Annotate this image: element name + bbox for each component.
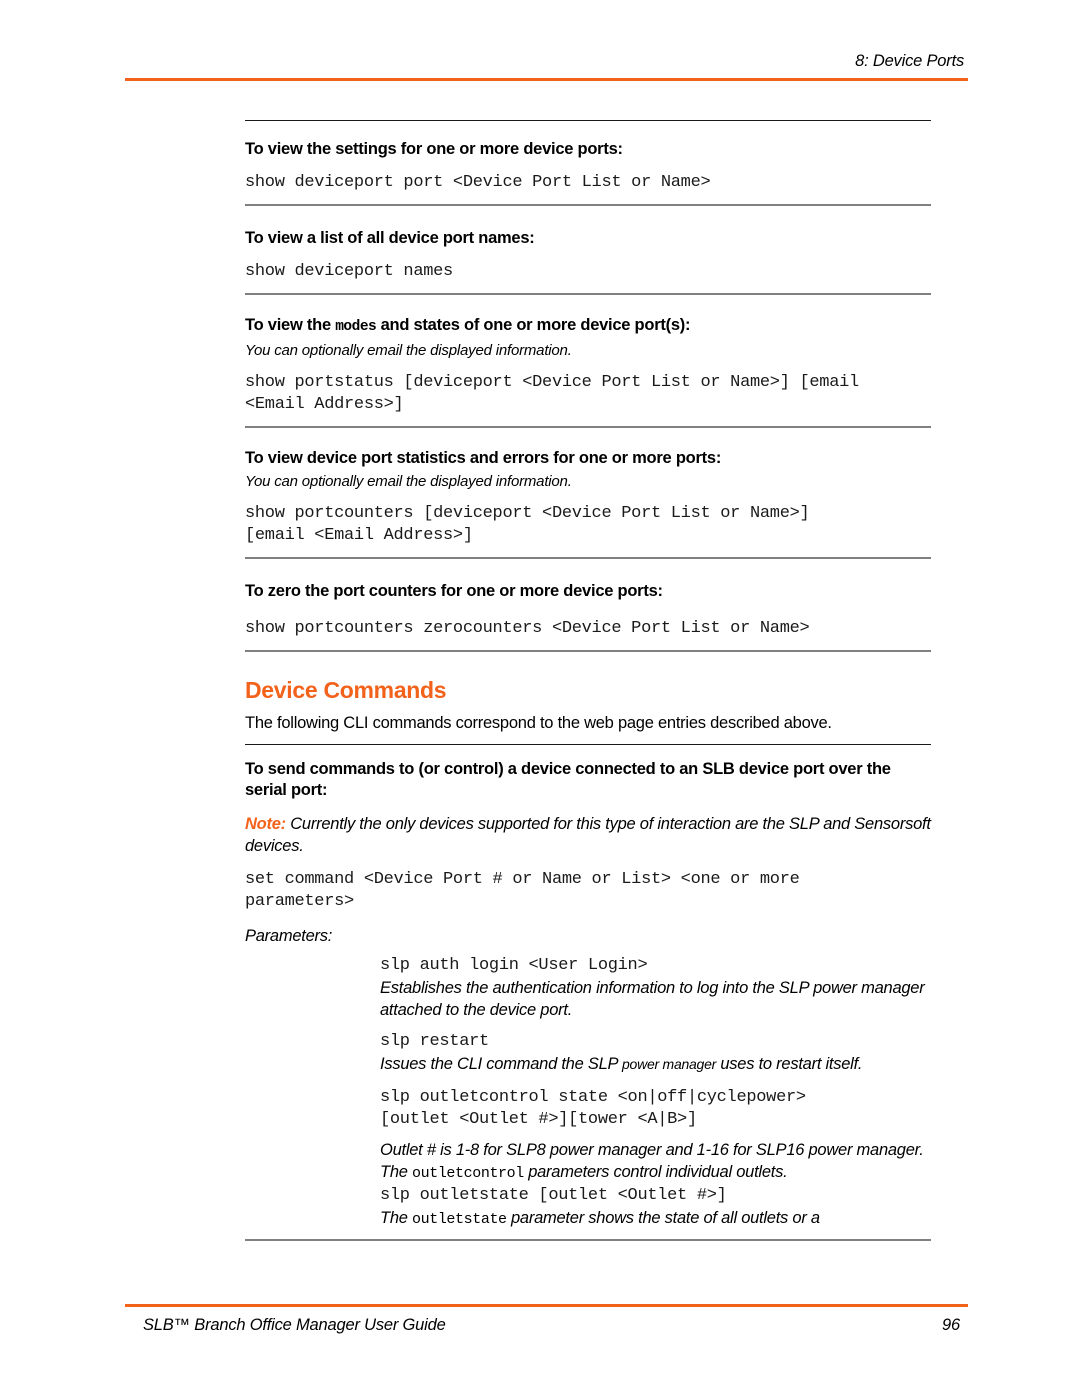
parameter-item: slp auth login <User Login> Establishes … bbox=[380, 955, 931, 1021]
parameter-command: slp restart bbox=[380, 1032, 489, 1051]
parameter-description: Issues the CLI command the SLP power man… bbox=[380, 1053, 931, 1075]
section-note: Note: Currently the only devices support… bbox=[245, 813, 931, 857]
footer-row: SLB™ Branch Office Manager User Guide 96 bbox=[125, 1316, 968, 1335]
desc-text-post: uses to restart itself. bbox=[716, 1055, 863, 1073]
block-note: You can optionally email the displayed i… bbox=[245, 342, 572, 359]
heading-text-pre: To view the bbox=[245, 316, 336, 334]
heading-inline-code: modes bbox=[335, 319, 377, 335]
document-page: 8: Device Ports To view the settings for… bbox=[0, 0, 1080, 1397]
cli-command: show deviceport names bbox=[245, 262, 453, 281]
note-text: Currently the only devices supported for… bbox=[245, 815, 931, 855]
section-title: Device Commands bbox=[245, 677, 447, 703]
parameter-command: slp outletstate [outlet <Outlet #>] bbox=[380, 1186, 727, 1205]
cli-command: show portcounters zerocounters <Device P… bbox=[245, 619, 810, 638]
parameter-description-2: The outletstate parameter shows the stat… bbox=[380, 1207, 931, 1231]
parameter-description-2: The outletcontrol parameters control ind… bbox=[380, 1161, 931, 1185]
desc-text-pre: Issues the CLI command the SLP bbox=[380, 1055, 623, 1073]
command-block-2: To view a list of all device port names:… bbox=[245, 228, 931, 283]
desc-text-post: parameter shows the state of all outlets… bbox=[506, 1209, 820, 1227]
section-heading: To send commands to (or control) a devic… bbox=[245, 760, 891, 799]
chapter-title: 8: Device Ports bbox=[855, 52, 964, 70]
desc-text-pre: The bbox=[380, 1163, 413, 1181]
parameter-description: Outlet # is 1-8 for SLP8 power manager a… bbox=[380, 1141, 924, 1159]
block-heading: To view device port statistics and error… bbox=[245, 449, 722, 467]
parameter-item: slp outletstate [outlet <Outlet #>] The … bbox=[380, 1185, 931, 1231]
footer-page-number: 96 bbox=[942, 1316, 960, 1334]
page-content: To view the settings for one or more dev… bbox=[245, 120, 931, 1241]
block-note: You can optionally email the displayed i… bbox=[245, 473, 572, 490]
cli-command: show portstatus [deviceport <Device Port… bbox=[245, 373, 859, 414]
parameter-command: slp outletcontrol state <on|off|cyclepow… bbox=[380, 1088, 806, 1129]
block-heading: To view the modes and states of one or m… bbox=[245, 315, 931, 338]
block-heading: To view the settings for one or more dev… bbox=[245, 140, 623, 158]
block-heading: To view a list of all device port names: bbox=[245, 229, 535, 247]
command-block-4: To view device port statistics and error… bbox=[245, 448, 931, 547]
page-header: 8: Device Ports bbox=[125, 52, 968, 81]
block-heading: To zero the port counters for one or mor… bbox=[245, 582, 663, 600]
footer-orange-rule bbox=[125, 1304, 968, 1307]
note-label: Note: bbox=[245, 815, 286, 833]
desc-text-small: power manager bbox=[622, 1056, 717, 1072]
inline-code: outletcontrol bbox=[412, 1165, 524, 1182]
cli-command: set command <Device Port # or Name or Li… bbox=[245, 870, 800, 911]
inline-code: outletstate bbox=[412, 1211, 507, 1228]
cli-command: show portcounters [deviceport <Device Po… bbox=[245, 504, 810, 545]
desc-text-pre: The bbox=[380, 1209, 413, 1227]
section-intro: The following CLI commands correspond to… bbox=[245, 714, 832, 732]
parameter-item: slp outletcontrol state <on|off|cyclepow… bbox=[380, 1087, 931, 1185]
parameters-label: Parameters: bbox=[245, 927, 333, 945]
footer-document-title: SLB™ Branch Office Manager User Guide bbox=[143, 1316, 446, 1334]
page-footer: SLB™ Branch Office Manager User Guide 96 bbox=[125, 1297, 968, 1335]
command-block-3: To view the modes and states of one or m… bbox=[245, 315, 931, 416]
heading-text-post: and states of one or more device port(s)… bbox=[376, 316, 691, 334]
parameter-item: slp restart Issues the CLI command the S… bbox=[380, 1031, 931, 1075]
cli-command: show deviceport port <Device Port List o… bbox=[245, 173, 711, 192]
parameter-command: slp auth login <User Login> bbox=[380, 956, 648, 975]
parameter-description: Establishes the authentication informati… bbox=[380, 979, 925, 1019]
desc-text-post: parameters control individual outlets. bbox=[523, 1163, 788, 1181]
header-orange-rule bbox=[125, 78, 968, 81]
divider-rule-bottom bbox=[245, 1239, 931, 1241]
command-block-1: To view the settings for one or more dev… bbox=[245, 139, 931, 194]
command-block-5: To zero the port counters for one or mor… bbox=[245, 581, 931, 640]
